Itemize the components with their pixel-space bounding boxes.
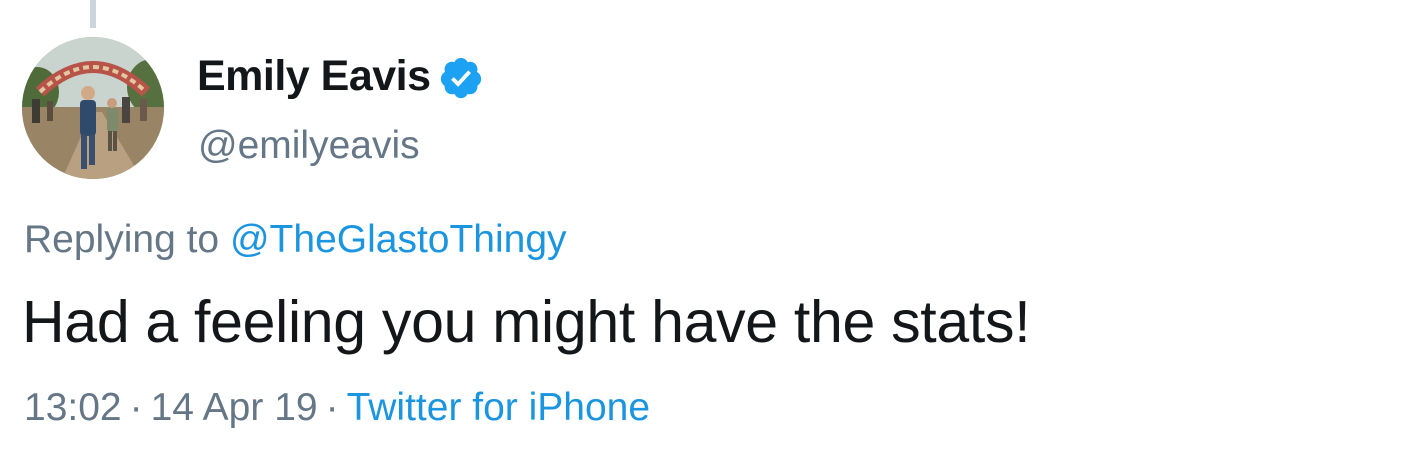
replying-to-line: Replying to @TheGlastoThingy xyxy=(24,218,567,262)
tweet-meta: 13:02 · 14 Apr 19 · Twitter for iPhone xyxy=(24,386,650,430)
meta-separator: · xyxy=(325,386,339,429)
replying-to-label: Replying to xyxy=(24,218,220,261)
reply-mention-link[interactable]: @TheGlastoThingy xyxy=(230,218,567,261)
tweet-date: 14 Apr 19 xyxy=(150,386,318,429)
display-name[interactable]: Emily Eavis xyxy=(197,52,431,101)
verified-badge-icon xyxy=(440,57,482,99)
tweet-time: 13:02 xyxy=(24,386,122,429)
thread-connector-line xyxy=(90,0,96,28)
profile-photo xyxy=(22,37,164,179)
user-handle[interactable]: @emilyeavis xyxy=(198,124,420,168)
tweet-source-link[interactable]: Twitter for iPhone xyxy=(347,386,650,429)
tweet-text: Had a feeling you might have the stats! xyxy=(22,289,1031,355)
meta-separator: · xyxy=(129,386,143,429)
avatar[interactable] xyxy=(22,37,164,179)
